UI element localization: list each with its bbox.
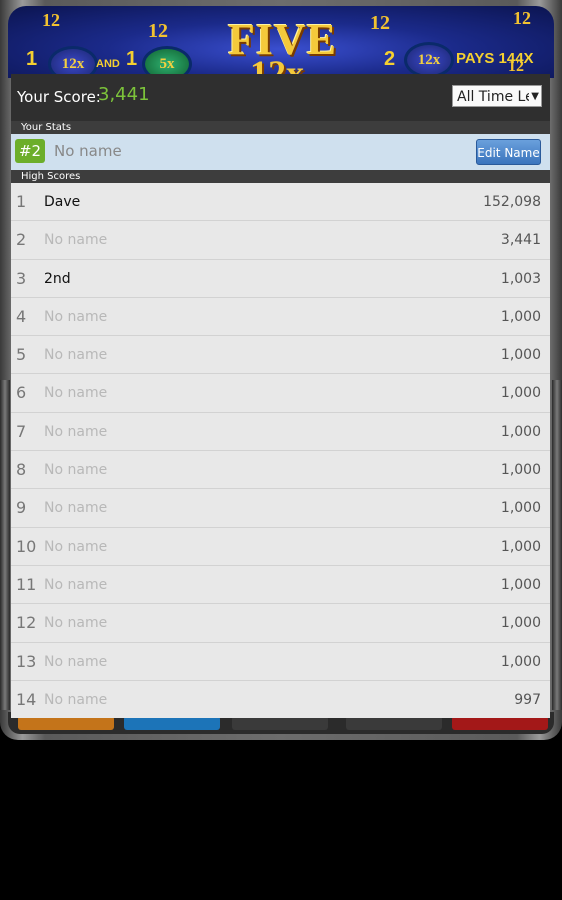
pay-count-right: 2 <box>384 48 396 70</box>
table-row: 2 No name 3,441 <box>11 221 550 260</box>
table-row: 13 No name 1,000 <box>11 642 550 681</box>
table-row: 7 No name 1,000 <box>11 412 550 452</box>
row-score: 3,441 <box>500 232 541 249</box>
row-player-name: Dave <box>44 194 81 210</box>
row-rank: 12 <box>16 613 37 633</box>
banner-deco-number: 12 <box>42 10 60 30</box>
row-score: 997 <box>514 691 541 708</box>
row-score: 1,000 <box>500 347 541 364</box>
pays-text: PAYS 144X <box>456 50 534 67</box>
score-header: Your Score: 3,441 All Time Le ▼ <box>11 74 550 121</box>
row-rank: 9 <box>16 498 27 518</box>
row-player-name: 2nd <box>44 270 71 287</box>
table-row: 5 No name 1,000 <box>11 336 550 375</box>
row-score: 1,000 <box>500 308 541 325</box>
table-row: 14 No name 997 <box>11 680 550 718</box>
cabinet-side-right <box>552 380 562 710</box>
player-name: No name <box>54 142 122 160</box>
your-stats-heading: Your Stats <box>11 121 550 134</box>
row-score: 1,000 <box>500 462 541 479</box>
leaderboard-dialog: Your Score: 3,441 All Time Le ▼ Your Sta… <box>11 74 550 718</box>
table-row: 6 No name 1,000 <box>11 374 550 413</box>
row-score: 1,000 <box>500 576 541 593</box>
row-rank: 13 <box>16 651 37 671</box>
row-player-name: No name <box>44 347 108 364</box>
row-rank: 7 <box>16 421 27 441</box>
row-player-name: No name <box>44 423 108 440</box>
row-player-name: No name <box>44 232 108 249</box>
row-rank: 8 <box>16 460 27 480</box>
coin-12x-right-icon: 12x <box>404 42 454 78</box>
row-rank: 5 <box>16 345 27 365</box>
row-rank: 2 <box>16 230 27 250</box>
row-score: 1,000 <box>500 653 541 670</box>
row-player-name: No name <box>44 691 108 708</box>
row-player-name: No name <box>44 462 108 479</box>
edit-name-button[interactable]: Edit Name <box>476 139 541 165</box>
select-value: All Time Le <box>457 89 534 105</box>
banner-deco-number: 12 <box>513 8 531 28</box>
cabinet-side-left <box>0 380 10 710</box>
table-row: 10 No name 1,000 <box>11 527 550 566</box>
machine-button-blue <box>124 716 220 730</box>
row-rank: 3 <box>16 268 27 288</box>
table-row: 12 No name 1,000 <box>11 604 550 643</box>
high-scores-list[interactable]: 1 Dave 152,098 2 No name 3,441 3 2nd 1,003 4 No na… <box>11 183 550 718</box>
row-rank: 11 <box>16 574 37 594</box>
score-label: Your Score: <box>17 88 101 106</box>
banner-deco-number: 12 <box>370 12 390 34</box>
pay-and-text: AND <box>96 58 120 70</box>
banner-deco-number: 12 <box>148 20 168 42</box>
row-score: 152,098 <box>483 194 541 210</box>
pay-count-1: 1 <box>26 48 38 70</box>
row-rank: 14 <box>16 689 37 709</box>
table-row: 4 No name 1,000 <box>11 297 550 337</box>
your-stats-row: #2 No name Edit Name <box>11 134 550 170</box>
row-player-name: No name <box>44 615 108 632</box>
leaderboard-period-select[interactable]: All Time Le ▼ <box>452 85 542 107</box>
high-scores-heading: High Scores <box>11 170 550 183</box>
rank-badge: #2 <box>15 139 45 163</box>
machine-button-gray <box>232 716 328 730</box>
row-score: 1,000 <box>500 423 541 440</box>
dropdown-arrow-icon: ▼ <box>529 86 539 106</box>
row-player-name: No name <box>44 500 108 517</box>
score-value: 3,441 <box>98 84 150 105</box>
row-player-name: No name <box>44 538 108 555</box>
machine-button-gray <box>346 716 442 730</box>
row-player-name: No name <box>44 385 108 402</box>
row-player-name: No name <box>44 308 108 325</box>
row-score: 1,003 <box>500 270 541 287</box>
row-score: 1,000 <box>500 500 541 517</box>
row-rank: 10 <box>16 536 37 556</box>
table-row: 1 Dave 152,098 <box>11 183 550 222</box>
table-row: 8 No name 1,000 <box>11 451 550 490</box>
row-player-name: No name <box>44 576 108 593</box>
table-row: 3 2nd 1,003 <box>11 259 550 298</box>
pay-count-2: 1 <box>126 48 138 70</box>
row-player-name: No name <box>44 653 108 670</box>
row-score: 1,000 <box>500 538 541 555</box>
game-banner: 12 12 12 12 12 FIVE 12x 1 12x AND 1 5x 2… <box>8 6 554 78</box>
table-row: 9 No name 1,000 <box>11 489 550 528</box>
row-score: 1,000 <box>500 615 541 632</box>
machine-button-orange <box>18 716 114 730</box>
row-score: 1,000 <box>500 385 541 402</box>
row-rank: 4 <box>16 306 27 326</box>
row-rank: 6 <box>16 383 27 403</box>
row-rank: 1 <box>16 192 27 211</box>
table-row: 11 No name 1,000 <box>11 565 550 605</box>
machine-button-red <box>452 716 548 730</box>
